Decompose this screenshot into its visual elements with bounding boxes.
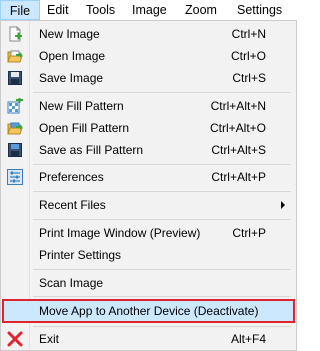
new-image-icon (7, 26, 23, 42)
menu-file[interactable]: File (0, 0, 40, 20)
preferences-icon (7, 169, 23, 185)
recent-files-label: Recent Files (39, 198, 106, 212)
open-fill-pattern-icon (7, 120, 23, 136)
new-fill-pattern-label: New Fill Pattern (39, 99, 124, 113)
exit-icon (7, 331, 23, 347)
print-preview-label: Print Image Window (Preview) (39, 226, 201, 240)
menu-item-printer-settings[interactable]: Printer Settings (2, 244, 295, 266)
menu-item-save-fill-pattern[interactable]: Save as Fill Pattern Ctrl+Alt+S (2, 139, 295, 161)
menu-settings[interactable]: Settings (237, 0, 282, 20)
menu-item-open-fill-pattern[interactable]: Open Fill Pattern Ctrl+Alt+O (2, 117, 295, 139)
menu-item-save-image[interactable]: Save Image Ctrl+S (2, 67, 295, 89)
save-fill-pattern-icon (7, 142, 23, 158)
new-fill-pattern-shortcut: Ctrl+Alt+N (210, 99, 266, 113)
open-image-label: Open Image (39, 49, 106, 63)
open-fill-pattern-label: Open Fill Pattern (39, 121, 130, 135)
menu-image[interactable]: Image (132, 0, 167, 20)
print-preview-shortcut: Ctrl+P (232, 226, 266, 240)
menu-zoom[interactable]: Zoom (185, 0, 217, 20)
separator (33, 296, 291, 297)
menu-bar: File Edit Tools Image Zoom Settings (0, 0, 297, 21)
exit-shortcut: Alt+F4 (230, 332, 266, 346)
preferences-shortcut: Ctrl+Alt+P (211, 170, 266, 184)
open-image-shortcut: Ctrl+O (230, 49, 266, 63)
menu-tools[interactable]: Tools (86, 0, 115, 20)
menu-item-new-fill-pattern[interactable]: New Fill Pattern Ctrl+Alt+N (2, 95, 295, 117)
separator (33, 164, 291, 165)
new-fill-pattern-icon (7, 97, 23, 114)
submenu-arrow-icon (281, 201, 285, 209)
exit-label: Exit (39, 332, 60, 346)
scan-image-label: Scan Image (39, 276, 104, 290)
menu-edit[interactable]: Edit (47, 0, 69, 20)
file-dropdown-menu: New Image Ctrl+N Open Image Ctrl+O Save … (0, 20, 297, 351)
menu-item-scan-image[interactable]: Scan Image (2, 272, 295, 294)
menu-item-exit[interactable]: Exit Alt+F4 (2, 328, 295, 350)
menu-item-print-preview[interactable]: Print Image Window (Preview) Ctrl+P (2, 222, 295, 244)
open-image-icon (7, 48, 23, 64)
save-fill-pattern-label: Save as Fill Pattern (39, 143, 144, 157)
menu-item-preferences[interactable]: Preferences Ctrl+Alt+P (2, 166, 295, 188)
preferences-label: Preferences (39, 170, 104, 184)
save-image-label: Save Image (39, 71, 104, 85)
printer-settings-label: Printer Settings (39, 248, 122, 262)
new-image-label: New Image (39, 27, 100, 41)
menu-item-open-image[interactable]: Open Image Ctrl+O (2, 45, 295, 67)
save-fill-pattern-shortcut: Ctrl+Alt+S (211, 143, 266, 157)
new-image-shortcut: Ctrl+N (231, 27, 266, 41)
separator (33, 219, 291, 220)
save-image-shortcut: Ctrl+S (232, 71, 266, 85)
open-fill-pattern-shortcut: Ctrl+Alt+O (209, 121, 266, 135)
menu-item-recent-files[interactable]: Recent Files (2, 194, 295, 216)
move-app-label: Move App to Another Device (Deactivate) (39, 304, 259, 318)
menu-item-new-image[interactable]: New Image Ctrl+N (2, 23, 295, 45)
menu-item-move-app-deactivate[interactable]: Move App to Another Device (Deactivate) (2, 299, 295, 323)
separator (33, 326, 291, 327)
separator (33, 191, 291, 192)
save-image-icon (7, 70, 23, 86)
separator (33, 269, 291, 270)
separator (33, 92, 291, 93)
